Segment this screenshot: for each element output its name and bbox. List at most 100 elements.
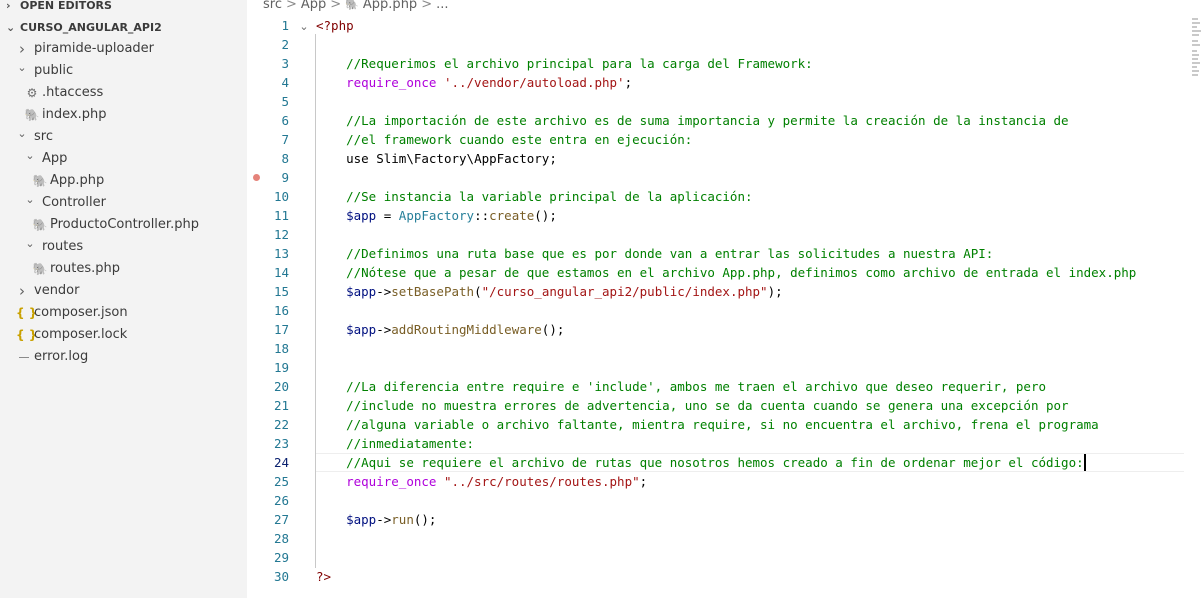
line-number[interactable]: 9 bbox=[247, 168, 289, 187]
code-line[interactable]: <?php bbox=[316, 16, 354, 35]
line-number[interactable]: 14 bbox=[247, 263, 289, 282]
line-number[interactable]: 10 bbox=[247, 187, 289, 206]
code-line[interactable]: ?> bbox=[316, 567, 331, 586]
line-number[interactable]: 22 bbox=[247, 415, 289, 434]
json-icon: { } bbox=[16, 306, 38, 320]
tree-item-label: ProductoController.php bbox=[50, 217, 199, 232]
breadcrumb-file[interactable]: App.php bbox=[363, 0, 417, 12]
code-editor[interactable]: src > App > 🐘 App.php >... ⌄ 1 2 3 4 5 6 7 8 9 10 11 12 13… bbox=[247, 0, 1201, 598]
chevron-down-icon: ⌄ bbox=[6, 21, 16, 34]
line-number[interactable]: 3 bbox=[247, 54, 289, 73]
minimap-line bbox=[1192, 34, 1199, 36]
line-number[interactable]: 17 bbox=[247, 320, 289, 339]
code-line[interactable]: $app->addRoutingMiddleware(); bbox=[316, 320, 564, 339]
minimap[interactable] bbox=[1192, 14, 1201, 78]
code-line[interactable]: $app->run(); bbox=[316, 510, 436, 529]
line-number[interactable]: 25 bbox=[247, 472, 289, 491]
chevron-down-icon: ⌄ bbox=[25, 193, 35, 206]
php-icon: 🐘 bbox=[32, 262, 48, 276]
tree-item-htaccess[interactable]: ⚙ .htaccess bbox=[0, 82, 247, 104]
tree-item-label: .htaccess bbox=[42, 85, 104, 100]
tree-item-app-php[interactable]: 🐘 App.php bbox=[0, 170, 247, 192]
line-number[interactable]: 15 bbox=[247, 282, 289, 301]
minimap-line bbox=[1192, 62, 1200, 64]
tree-item-error-log[interactable]: error.log bbox=[0, 346, 247, 368]
tree-item-composer-lock[interactable]: { } composer.lock bbox=[0, 324, 247, 346]
breadcrumb-separator-icon: > bbox=[330, 0, 342, 12]
minimap-line bbox=[1192, 58, 1198, 60]
minimap-line bbox=[1192, 74, 1198, 76]
line-number[interactable]: 26 bbox=[247, 491, 289, 510]
breadcrumb-separator-icon: > bbox=[421, 0, 433, 12]
code-line[interactable]: //Se instancia la variable principal de … bbox=[316, 187, 752, 206]
line-number[interactable]: 4 bbox=[247, 73, 289, 92]
line-number[interactable]: 18 bbox=[247, 339, 289, 358]
code-line[interactable]: //La importación de este archivo es de s… bbox=[316, 111, 1068, 130]
tree-item-app[interactable]: ⌄ App bbox=[0, 148, 247, 170]
breadcrumb-app[interactable]: App bbox=[301, 0, 326, 12]
tree-item-routes[interactable]: ⌄ routes bbox=[0, 236, 247, 258]
code-line[interactable]: require_once "../src/routes/routes.php"; bbox=[316, 472, 647, 491]
line-number[interactable]: 19 bbox=[247, 358, 289, 377]
code-line[interactable]: require_once '../vendor/autoload.php'; bbox=[316, 73, 632, 92]
line-number[interactable]: 16 bbox=[247, 301, 289, 320]
code-line[interactable]: //Requerimos el archivo principal para l… bbox=[316, 54, 813, 73]
tree-item-src[interactable]: ⌄ src bbox=[0, 126, 247, 148]
code-line[interactable]: $app->setBasePath("/curso_angular_api2/p… bbox=[316, 282, 783, 301]
tree-item-composer-json[interactable]: { } composer.json bbox=[0, 302, 247, 324]
code-line[interactable]: //Aqui se requiere el archivo de rutas q… bbox=[316, 453, 1084, 472]
code-line[interactable]: use Slim\Factory\AppFactory; bbox=[316, 149, 557, 168]
line-number[interactable]: 6 bbox=[247, 111, 289, 130]
tree-item-routes-php[interactable]: 🐘 routes.php bbox=[0, 258, 247, 280]
line-number[interactable]: 20 bbox=[247, 377, 289, 396]
line-number[interactable]: 11 bbox=[247, 206, 289, 225]
tree-item-label: App.php bbox=[50, 173, 105, 188]
code-line[interactable]: //el framework cuando este entra en ejec… bbox=[316, 130, 692, 149]
open-editors-header[interactable]: › OPEN EDITORS bbox=[0, 0, 247, 15]
tree-item-label: composer.lock bbox=[34, 327, 128, 342]
line-number[interactable]: 5 bbox=[247, 92, 289, 111]
minimap-line bbox=[1192, 26, 1197, 28]
line-number[interactable]: 7 bbox=[247, 130, 289, 149]
fold-chevron-icon[interactable]: ⌄ bbox=[298, 17, 310, 36]
tree-item-piramide-uploader[interactable]: › piramide-uploader bbox=[0, 38, 247, 60]
minimap-line bbox=[1192, 22, 1200, 24]
minimap-line bbox=[1192, 54, 1199, 56]
minimap-line bbox=[1192, 18, 1198, 20]
breadcrumb-ellipsis[interactable]: ... bbox=[436, 0, 448, 12]
breadcrumb-separator-icon: > bbox=[285, 0, 297, 12]
tree-item-controller[interactable]: ⌄ Controller bbox=[0, 192, 247, 214]
tree-item-public[interactable]: ⌄ public bbox=[0, 60, 247, 82]
line-number[interactable]: 12 bbox=[247, 225, 289, 244]
line-number[interactable]: 23 bbox=[247, 434, 289, 453]
tree-item-productocontroller-php[interactable]: 🐘 ProductoController.php bbox=[0, 214, 247, 236]
line-number[interactable]: 2 bbox=[247, 35, 289, 54]
tree-item-index-php[interactable]: 🐘 index.php bbox=[0, 104, 247, 126]
tree-item-label: index.php bbox=[42, 107, 107, 122]
code-line[interactable]: $app = AppFactory::create(); bbox=[316, 206, 557, 225]
log-icon bbox=[16, 346, 32, 368]
line-number[interactable]: 21 bbox=[247, 396, 289, 415]
line-number[interactable]: 27 bbox=[247, 510, 289, 529]
explorer-sidebar: › OPEN EDITORS ⌄ CURSO_ANGULAR_API2 › pir… bbox=[0, 0, 247, 598]
line-number[interactable]: 24 bbox=[247, 453, 289, 472]
code-line[interactable]: //Definimos una ruta base que es por don… bbox=[316, 244, 993, 263]
line-number[interactable]: 29 bbox=[247, 548, 289, 567]
code-line[interactable]: //inmediatamente: bbox=[316, 434, 474, 453]
tree-item-label: error.log bbox=[34, 349, 89, 364]
code-line[interactable]: //La diferencia entre require e 'include… bbox=[316, 377, 1046, 396]
tree-item-vendor[interactable]: › vendor bbox=[0, 280, 247, 302]
breadcrumb-src[interactable]: src bbox=[263, 0, 282, 12]
line-number[interactable]: 28 bbox=[247, 529, 289, 548]
line-number[interactable]: 30 bbox=[247, 567, 289, 586]
line-number[interactable]: 8 bbox=[247, 149, 289, 168]
line-number[interactable]: 1 bbox=[247, 16, 289, 35]
workspace-header[interactable]: ⌄ CURSO_ANGULAR_API2 bbox=[0, 18, 247, 37]
line-number[interactable]: 13 bbox=[247, 244, 289, 263]
code-line[interactable]: //Nótese que a pesar de que estamos en e… bbox=[316, 263, 1136, 282]
chevron-right-icon: › bbox=[6, 0, 11, 12]
chevron-down-icon: ⌄ bbox=[17, 61, 27, 74]
code-line[interactable]: //alguna variable o archivo faltante, mi… bbox=[316, 415, 1099, 434]
minimap-line bbox=[1192, 40, 1198, 42]
code-line[interactable]: //include no muestra errores de adverten… bbox=[316, 396, 1068, 415]
